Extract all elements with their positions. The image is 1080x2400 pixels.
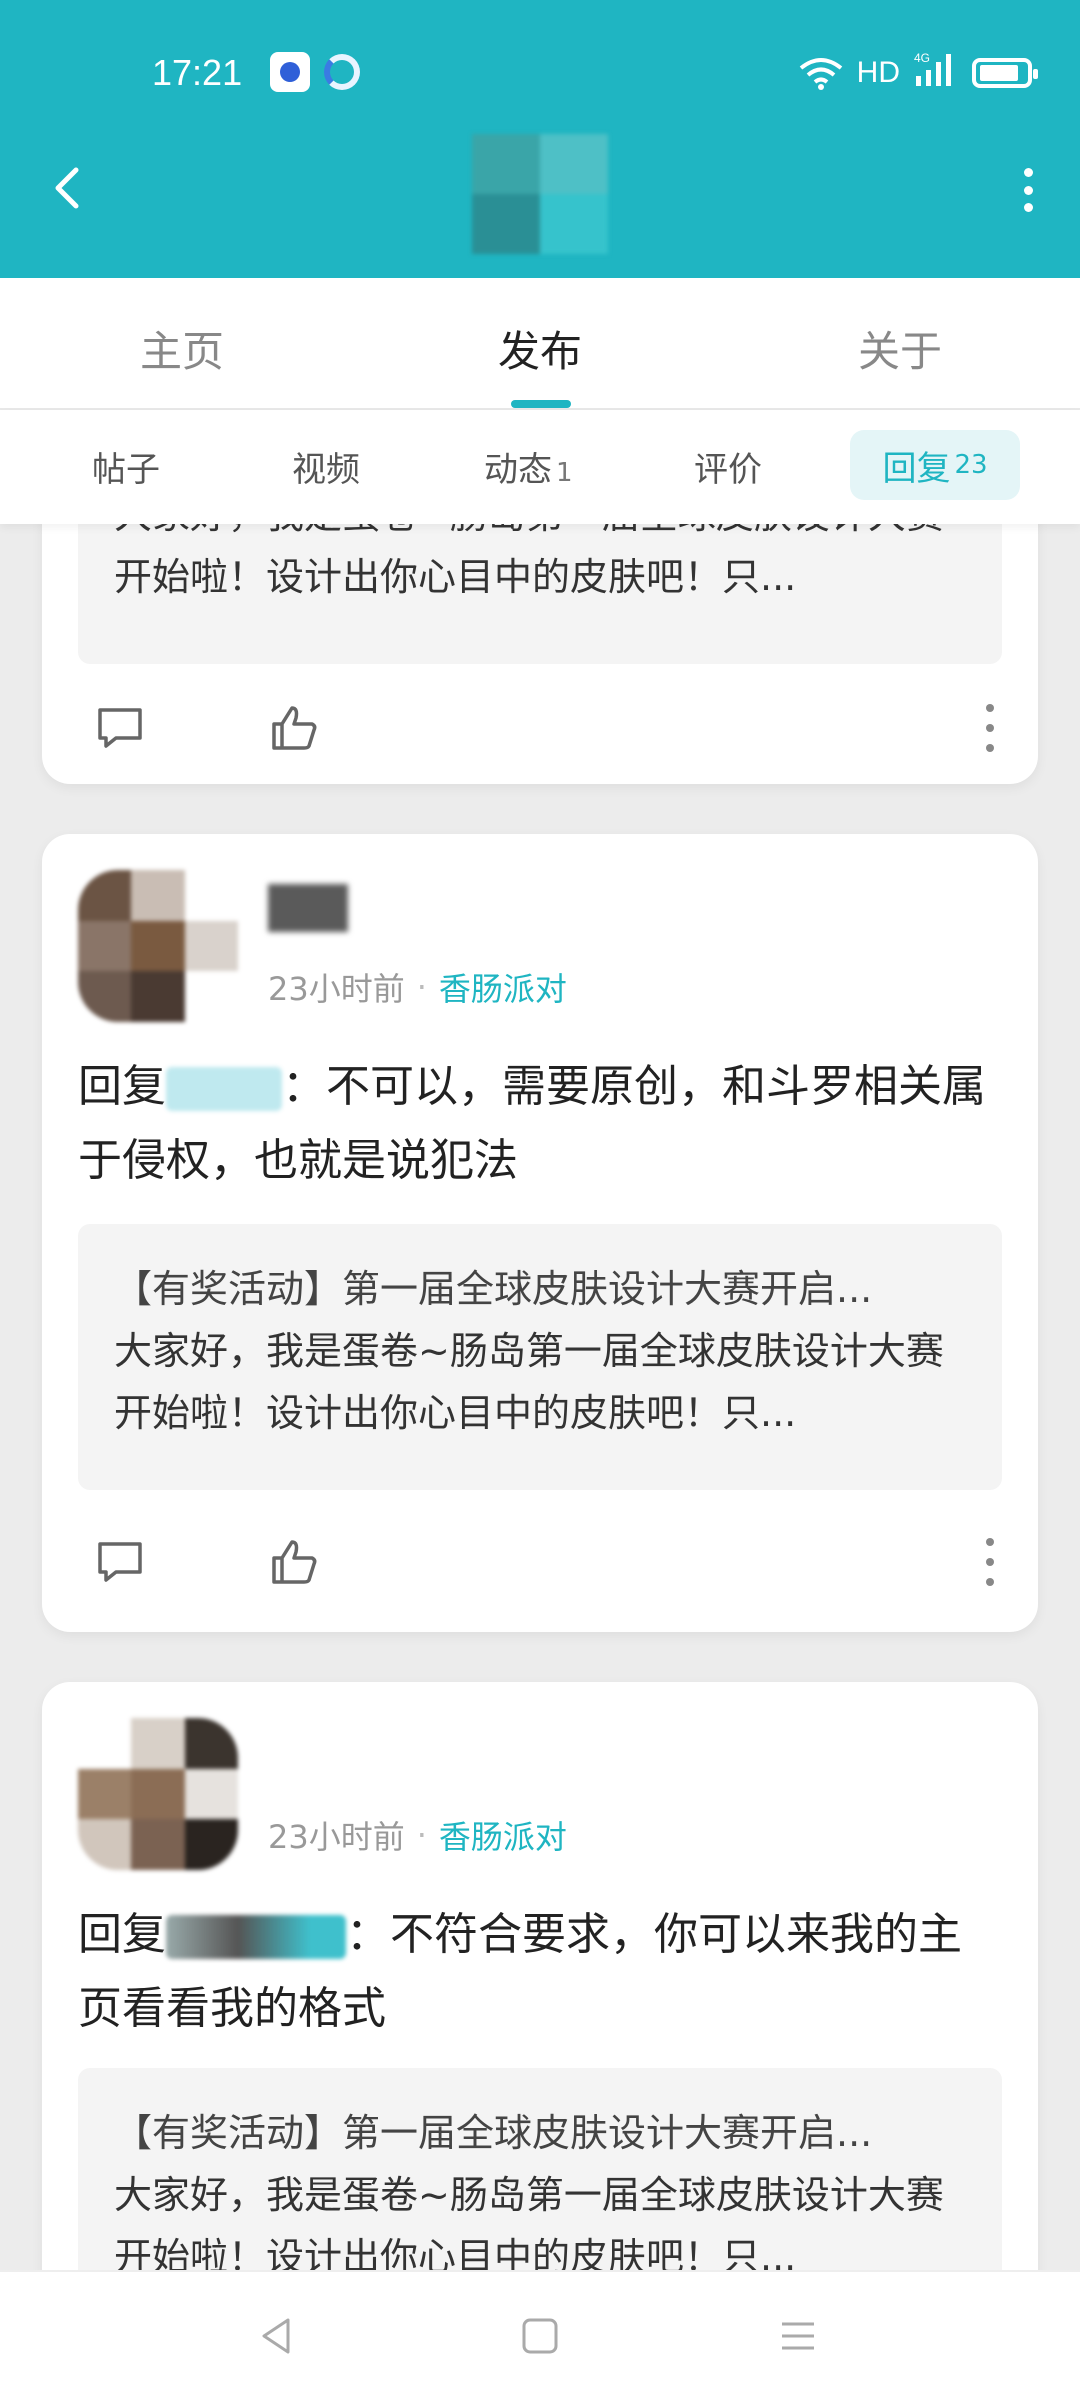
status-indicators: HD 4G <box>799 50 1038 96</box>
avatar[interactable] <box>78 1718 238 1870</box>
status-bar: 17:21 HD 4G <box>0 0 1080 140</box>
subtab-posts[interactable]: 帖子 <box>92 442 160 491</box>
app-header <box>0 134 1080 278</box>
meta-separator: · <box>416 1816 427 1854</box>
main-tabs: 主页 发布 关于 <box>0 278 1080 410</box>
post-meta: 23小时前 · 香肠派对 <box>268 964 567 1010</box>
reply-card[interactable]: 大家好，我是蛋卷~肠岛第一届全球皮肤设计大赛开始啦！设计出你心目中的皮肤吧！只.… <box>42 524 1038 784</box>
subtab-reply[interactable]: 回复 23 <box>850 430 1020 500</box>
like-icon[interactable] <box>266 700 322 756</box>
subtab-review[interactable]: 评价 <box>694 442 762 491</box>
reply-content[interactable]: 回复 ：不符合要求，你可以来我的主页看看我的格式 <box>78 1898 1002 2046</box>
subtab-dynamic[interactable]: 动态 1 <box>484 442 573 491</box>
subtab-label: 帖子 <box>92 450 160 490</box>
mention-user[interactable] <box>166 1067 282 1111</box>
profile-avatar[interactable] <box>472 134 608 254</box>
subtab-label: 视频 <box>292 450 360 490</box>
nav-menu-icon[interactable] <box>774 2312 822 2360</box>
post-time: 23小时前 <box>268 970 405 1008</box>
quoted-post-body: 大家好，我是蛋卷~肠岛第一届全球皮肤设计大赛开始啦！设计出你心目中的皮肤吧！只.… <box>114 2173 944 2270</box>
meta-separator: · <box>416 968 427 1006</box>
nav-back-icon[interactable] <box>254 2312 302 2360</box>
nav-home-icon[interactable] <box>516 2312 564 2360</box>
circle-link[interactable]: 香肠派对 <box>439 1812 567 1858</box>
more-vertical-icon[interactable] <box>982 704 998 752</box>
post-meta: 23小时前 · 香肠派对 <box>268 1812 567 1858</box>
subtab-video[interactable]: 视频 <box>292 442 360 491</box>
reply-feed[interactable]: 大家好，我是蛋卷~肠岛第一届全球皮肤设计大赛开始啦！设计出你心目中的皮肤吧！只.… <box>0 524 1080 2270</box>
card-actions <box>92 1534 998 1594</box>
comment-icon[interactable] <box>92 1534 148 1590</box>
sub-tabs: 帖子 视频 动态 1 评价 回复 23 <box>0 410 1080 524</box>
system-nav-bar <box>0 2270 1080 2400</box>
quoted-post-body: 大家好，我是蛋卷~肠岛第一届全球皮肤设计大赛开始啦！设计出你心目中的皮肤吧！只.… <box>114 524 944 599</box>
reply-card[interactable]: 23小时前 · 香肠派对 回复 ：不可以，需要原创，和斗罗相关属于侵权，也就是说犯… <box>42 834 1038 1632</box>
quoted-post[interactable]: 大家好，我是蛋卷~肠岛第一届全球皮肤设计大赛开始啦！设计出你心目中的皮肤吧！只.… <box>78 524 1002 664</box>
reply-content[interactable]: 回复 ：不可以，需要原创，和斗罗相关属于侵权，也就是说犯法 <box>78 1050 1002 1198</box>
subtab-count: 23 <box>954 450 988 480</box>
tab-home[interactable]: 主页 <box>140 318 224 379</box>
quoted-post[interactable]: 【有奖活动】第一届全球皮肤设计大赛开启... 大家好，我是蛋卷~肠岛第一届全球皮… <box>78 2068 1002 2270</box>
tab-publish[interactable]: 发布 <box>498 318 582 379</box>
quoted-post-body: 大家好，我是蛋卷~肠岛第一届全球皮肤设计大赛开始啦！设计出你心目中的皮肤吧！只.… <box>114 1329 944 1435</box>
baidu-app-icon <box>270 52 310 92</box>
network-type: HD <box>856 56 900 89</box>
signal-label: 4G <box>914 51 930 65</box>
reply-card[interactable]: 23小时前 · 香肠派对 回复 ：不符合要求，你可以来我的主页看看我的格式 【有奖… <box>42 1682 1038 2270</box>
avatar[interactable] <box>78 870 238 1022</box>
card-actions <box>92 700 998 760</box>
chevron-left-icon[interactable] <box>40 160 96 216</box>
browser-app-icon <box>324 54 360 90</box>
signal-icon: 4G <box>914 50 958 96</box>
subtab-label: 评价 <box>694 450 762 490</box>
subtab-count: 1 <box>556 458 573 488</box>
more-vertical-icon[interactable] <box>982 1538 998 1586</box>
subtab-label: 动态 <box>484 450 552 490</box>
tab-about[interactable]: 关于 <box>858 318 942 379</box>
quoted-post[interactable]: 【有奖活动】第一届全球皮肤设计大赛开启... 大家好，我是蛋卷~肠岛第一届全球皮… <box>78 1224 1002 1490</box>
wifi-icon <box>799 56 843 90</box>
quoted-post-title: 【有奖活动】第一届全球皮肤设计大赛开启... <box>114 1267 873 1311</box>
active-tab-indicator <box>511 400 571 408</box>
mention-user[interactable] <box>166 1915 346 1959</box>
comment-icon[interactable] <box>92 700 148 756</box>
like-icon[interactable] <box>266 1534 322 1590</box>
more-vertical-icon[interactable] <box>1008 162 1048 218</box>
reply-prefix: 回复 <box>78 1061 166 1112</box>
quoted-post-title: 【有奖活动】第一届全球皮肤设计大赛开启... <box>114 2111 873 2155</box>
battery-icon <box>972 58 1038 88</box>
user-name[interactable] <box>268 884 348 932</box>
reply-prefix: 回复 <box>78 1909 166 1960</box>
subtab-label: 回复 <box>882 448 951 489</box>
status-time: 17:21 <box>152 52 243 93</box>
circle-link[interactable]: 香肠派对 <box>439 964 567 1010</box>
post-time: 23小时前 <box>268 1818 405 1856</box>
